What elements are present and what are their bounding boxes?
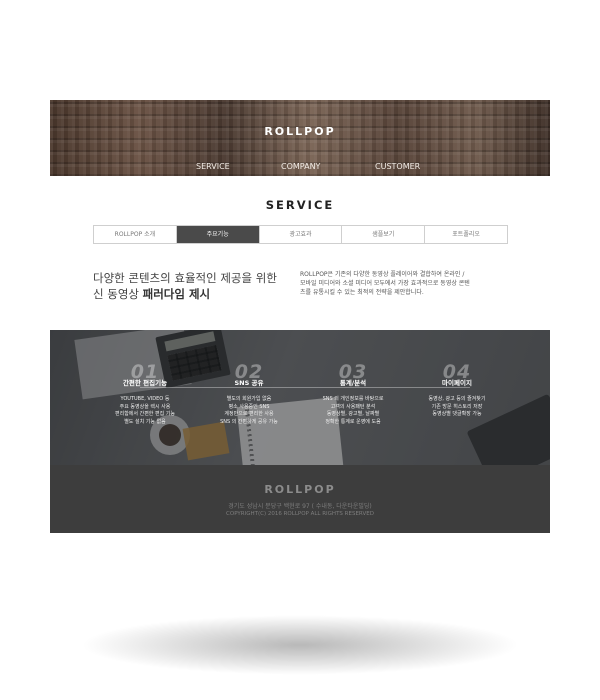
feature-step: 01 간편한 편집기능 YOUTUBE, VIDEO 등 주요 동영상을 렉시 … bbox=[90, 362, 200, 426]
feature-text-line: 별도의 회원가입 없음 bbox=[226, 396, 272, 402]
feature-text-line: 정확한 통계로 운영에 도움 bbox=[325, 418, 381, 425]
feature-text: 별도의 회원가입 없음 평소 사용중인 SNS 계정만으로 편리한 사용 SNS… bbox=[194, 396, 304, 426]
site-footer: ROLLPOP 경기도 성남시 분당구 백현로 97 ( 수내동, 다운타운빌딩… bbox=[50, 465, 550, 533]
tab-portfolio[interactable]: 포트폴리오 bbox=[425, 226, 507, 243]
headline-line2: 신 동영상 패러다임 제시 bbox=[93, 286, 293, 302]
feature-text-line: 주요 동영상을 렉시 사용 bbox=[119, 403, 171, 410]
feature-text-line: SNS 의 개인정보를 바탕으로 bbox=[322, 396, 384, 402]
tab-about[interactable]: ROLLPOP 소개 bbox=[94, 226, 177, 243]
site-logo[interactable]: ROLLPOP bbox=[50, 125, 550, 138]
tab-samples[interactable]: 샘플보기 bbox=[342, 226, 426, 243]
feature-text-line: 별도 설치 기능 없음 bbox=[124, 418, 166, 425]
feature-text: 동영상, 광고 등의 즐겨찾기 기존 방문 히스토리 저장 동영상별 댓글확장 … bbox=[402, 396, 512, 419]
feature-text-line: SNS 의 간편하게 공유 가능 bbox=[220, 418, 278, 425]
feature-title: 마이페이지 bbox=[442, 379, 472, 387]
footer-address: 경기도 성남시 분당구 백현로 97 ( 수내동, 다운타운빌딩) bbox=[228, 503, 372, 510]
features-band: 01 간편한 편집기능 YOUTUBE, VIDEO 등 주요 동영상을 렉시 … bbox=[50, 330, 550, 465]
section-title: SERVICE bbox=[265, 198, 335, 212]
nav-service[interactable]: SERVICE bbox=[196, 162, 230, 171]
feature-text: SNS 의 개인정보를 바탕으로 고객의 사용패턴 분석 동영상별, 광고별, … bbox=[298, 396, 408, 426]
feature-text: YOUTUBE, VIDEO 등 주요 동영상을 렉시 사용 편리함에서 간편한… bbox=[90, 396, 200, 426]
footer-logo: ROLLPOP bbox=[264, 483, 336, 496]
main-nav: SERVICE COMPANY CUSTOMER bbox=[50, 162, 550, 174]
tab-features[interactable]: 주요기능 bbox=[176, 226, 260, 243]
headline-line2-prefix: 신 동영상 bbox=[93, 287, 143, 301]
feature-text-line: 동영상, 광고 등의 즐겨찾기 bbox=[428, 396, 486, 402]
feature-step: 03 통계/분석 SNS 의 개인정보를 바탕으로 고객의 사용패턴 분석 동영… bbox=[298, 362, 408, 426]
feature-title: 통계/분석 bbox=[339, 379, 367, 387]
footer-copyright: COPYRIGHT(C) 2016 ROLLPOP ALL RIGHTS RES… bbox=[226, 511, 374, 517]
nav-company[interactable]: COMPANY bbox=[281, 162, 320, 171]
feature-text-line: 동영상별 댓글확장 가능 bbox=[432, 411, 482, 417]
feature-text-line: 동영상별, 광고별, 날짜별 bbox=[326, 411, 380, 417]
intro-description: ROLLPOP은 기존의 다양한 동영상 플레이어와 결합하여 온라인 / 모바… bbox=[300, 271, 470, 296]
headline-line1: 다양한 콘텐츠의 효율적인 제공을 위한 bbox=[93, 271, 277, 285]
page-drop-shadow bbox=[80, 615, 520, 675]
intro-headline: 다양한 콘텐츠의 효율적인 제공을 위한 신 동영상 패러다임 제시 bbox=[93, 270, 293, 302]
nav-customer[interactable]: CUSTOMER bbox=[375, 162, 420, 171]
website-preview: ROLLPOP SERVICE COMPANY CUSTOMER SERVICE… bbox=[50, 100, 550, 533]
feature-text-line: YOUTUBE, VIDEO 등 bbox=[120, 396, 170, 402]
feature-title: SNS 공유 bbox=[234, 379, 264, 387]
feature-title: 간편한 편집기능 bbox=[122, 379, 168, 387]
feature-text-line: 계정만으로 편리한 사용 bbox=[224, 411, 274, 417]
tab-ad-effect[interactable]: 광고효과 bbox=[259, 226, 343, 243]
feature-text-line: 평소 사용중인 SNS bbox=[228, 403, 270, 410]
feature-text-line: 기존 방문 히스토리 저장 bbox=[431, 403, 483, 410]
headline-line2-bold: 패러다임 제시 bbox=[142, 287, 211, 301]
feature-text-line: 편리함에서 간편한 편집 기능 bbox=[115, 411, 175, 417]
header-banner: ROLLPOP SERVICE COMPANY CUSTOMER bbox=[50, 100, 550, 176]
feature-step: 04 마이페이지 동영상, 광고 등의 즐겨찾기 기존 방문 히스토리 저장 동… bbox=[402, 362, 512, 419]
feature-step: 02 SNS 공유 별도의 회원가입 없음 평소 사용중인 SNS 계정만으로 … bbox=[194, 362, 304, 426]
sub-tabs: ROLLPOP 소개 주요기능 광고효과 샘플보기 포트폴리오 bbox=[93, 225, 508, 244]
feature-text-line: 고객의 사용패턴 분석 bbox=[330, 403, 376, 410]
